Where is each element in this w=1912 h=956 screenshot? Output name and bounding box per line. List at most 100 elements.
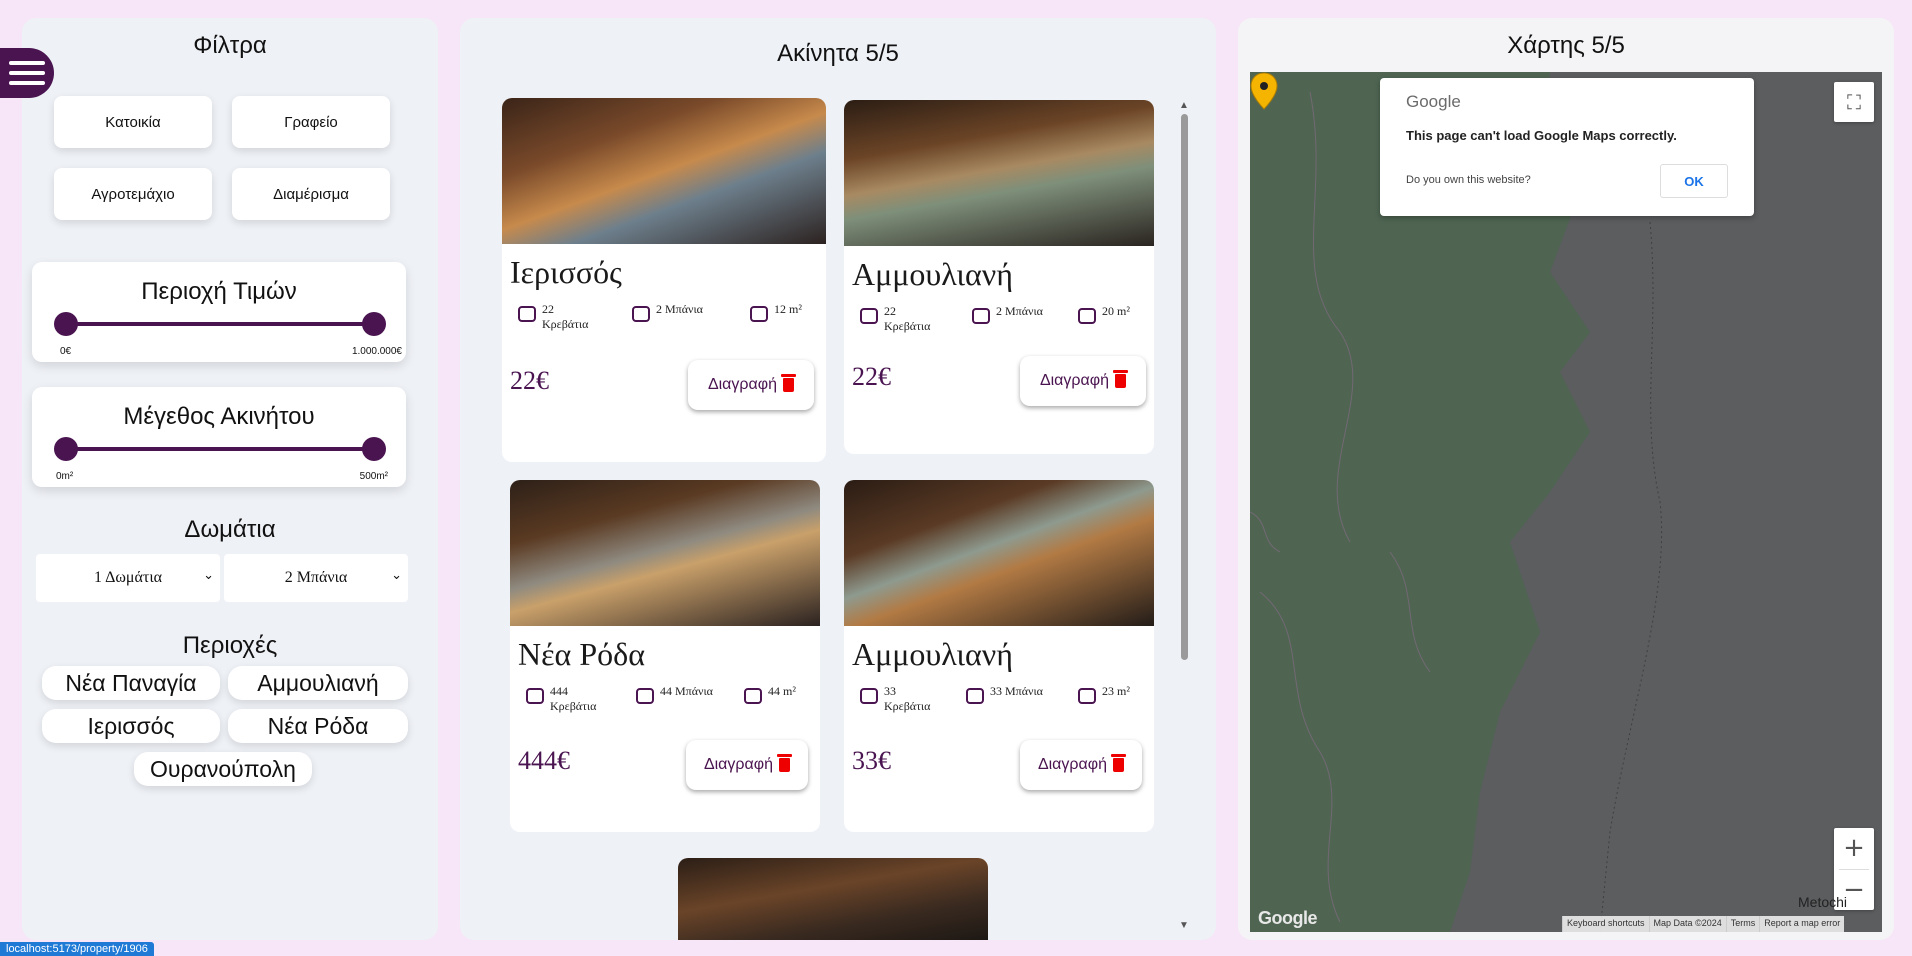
delete-button[interactable]: Διαγραφή xyxy=(688,360,814,410)
chevron-down-icon: ⌄ xyxy=(391,568,402,583)
browser-status-url: localhost:5173/property/1906 xyxy=(0,942,154,956)
area-chip-ierissos[interactable]: Ιερισσός xyxy=(42,709,220,743)
type-filter-house[interactable]: Κατοικία xyxy=(54,96,212,148)
property-card[interactable]: Νέα Ρόδα 444 Κρεβάτια 44 Μπάνια 44 m² 444… xyxy=(510,480,820,832)
map-view[interactable]: Google This page can't load Google Maps … xyxy=(1250,72,1882,932)
beds-label: Κρεβάτια xyxy=(884,319,931,333)
price-range-track[interactable] xyxy=(64,322,372,326)
delete-label: Διαγραφή xyxy=(1039,372,1110,389)
property-card[interactable]: Αμμουλιανή 22 Κρεβάτια 2 Μπάνια 20 m² 22€… xyxy=(844,100,1154,454)
filters-title: Φίλτρα xyxy=(193,32,267,59)
google-brand: Google xyxy=(1406,92,1461,111)
scroll-up-arrow-icon[interactable]: ▲ xyxy=(1178,100,1190,111)
area-icon xyxy=(1078,688,1096,704)
beds-label: Κρεβάτια xyxy=(550,699,597,713)
beds-spec: 33 Κρεβάτια xyxy=(860,684,930,714)
property-price: 22€ xyxy=(510,366,549,395)
map-marker-icon[interactable] xyxy=(1250,72,1278,110)
size-min-handle[interactable] xyxy=(54,437,78,461)
scrollbar-thumb[interactable] xyxy=(1181,114,1188,660)
area-chip-nea-panagia[interactable]: Νέα Παναγία xyxy=(42,666,220,700)
area-chip-ammouliani[interactable]: Αμμουλιανή xyxy=(228,666,408,700)
menu-button[interactable] xyxy=(0,48,54,98)
property-card[interactable]: Ιερισσός 22 Κρεβάτια 2 Μπάνια 12 m² 22€ Δ… xyxy=(502,98,826,462)
baths-spec: 2 Μπάνια xyxy=(632,302,703,322)
bed-icon xyxy=(526,688,544,704)
bed-icon xyxy=(860,688,878,704)
keyboard-shortcuts-link[interactable]: Keyboard shortcuts xyxy=(1562,916,1649,932)
beds-count: 22 xyxy=(542,302,554,316)
price-range-slider: Περιοχή Τιμών 0€ 1.000.000€ xyxy=(32,262,406,362)
type-filter-apartment[interactable]: Διαμέρισμα xyxy=(232,168,390,220)
delete-button[interactable]: Διαγραφή xyxy=(1020,356,1146,406)
baths-spec: 2 Μπάνια xyxy=(972,304,1043,324)
size-min-label: 0m² xyxy=(56,471,74,482)
area-icon xyxy=(750,306,768,322)
beds-label: Κρεβάτια xyxy=(884,699,931,713)
baths-select-value: 2 Μπάνια xyxy=(284,569,348,586)
area-value: 44 m² xyxy=(768,684,796,698)
filters-panel: Φίλτρα Κατοικία Γραφείο Αγροτεμάχιο Διαμ… xyxy=(22,18,438,940)
delete-button[interactable]: Διαγραφή xyxy=(1020,740,1142,790)
size-max-handle[interactable] xyxy=(362,437,386,461)
baths-count: 44 Μπάνια xyxy=(660,684,713,698)
beds-spec: 444 Κρεβάτια xyxy=(526,684,596,714)
baths-spec: 33 Μπάνια xyxy=(966,684,1043,704)
area-spec: 20 m² xyxy=(1078,304,1130,324)
property-photo xyxy=(844,480,1154,626)
property-card[interactable]: Αμμουλιανή 33 Κρεβάτια 33 Μπάνια 23 m² 33… xyxy=(844,480,1154,832)
baths-count: 2 Μπάνια xyxy=(996,304,1043,318)
beds-spec: 22 Κρεβάτια xyxy=(518,302,588,332)
size-range-track[interactable] xyxy=(64,447,372,451)
area-chip-nea-roda[interactable]: Νέα Ρόδα xyxy=(228,709,408,743)
area-value: 23 m² xyxy=(1102,684,1130,698)
baths-spec: 44 Μπάνια xyxy=(636,684,713,704)
report-map-error-link[interactable]: Report a map error xyxy=(1759,916,1845,932)
rooms-select-value: 1 Δωμάτια xyxy=(93,569,162,586)
bathtub-icon xyxy=(636,688,654,704)
bathtub-icon xyxy=(632,306,650,322)
type-filter-land[interactable]: Αγροτεμάχιο xyxy=(54,168,212,220)
property-card[interactable] xyxy=(678,858,988,940)
trash-icon xyxy=(1111,754,1127,772)
bathtub-icon xyxy=(972,308,990,324)
size-range-slider: Μέγεθος Ακινήτου 0m² 500m² xyxy=(32,387,406,487)
map-data-label: Map Data ©2024 xyxy=(1648,916,1726,932)
trash-icon xyxy=(1113,370,1129,388)
baths-count: 33 Μπάνια xyxy=(990,684,1043,698)
beds-count: 22 xyxy=(884,304,896,318)
price-min-handle[interactable] xyxy=(54,312,78,336)
rooms-select[interactable]: 1 Δωμάτια ⌄ xyxy=(36,554,220,602)
area-chip-ouranoupoli[interactable]: Ουρανούπολη xyxy=(134,752,312,786)
map-title: Χάρτης 5/5 xyxy=(1507,32,1625,59)
property-price: 33€ xyxy=(852,746,891,775)
property-photo xyxy=(502,98,826,244)
google-logo[interactable]: Google xyxy=(1258,908,1318,929)
property-photo xyxy=(678,858,988,940)
baths-select[interactable]: 2 Μπάνια ⌄ xyxy=(224,554,408,602)
beds-count: 444 xyxy=(550,684,568,698)
delete-button[interactable]: Διαγραφή xyxy=(686,740,808,790)
type-filter-office[interactable]: Γραφείο xyxy=(232,96,390,148)
property-price: 444€ xyxy=(518,746,570,775)
area-icon xyxy=(1078,308,1096,324)
price-min-label: 0€ xyxy=(60,346,72,357)
property-name: Αμμουλιανή xyxy=(852,256,1013,292)
map-place-label: Metochi xyxy=(1798,894,1848,910)
scroll-down-arrow-icon[interactable]: ▼ xyxy=(1178,920,1190,931)
menu-icon-bar xyxy=(9,71,45,75)
size-range-title: Μέγεθος Ακινήτου xyxy=(123,403,315,430)
properties-scrollbar[interactable]: ▲ ▼ xyxy=(1178,100,1190,936)
maps-error-question[interactable]: Do you own this website? xyxy=(1406,174,1531,186)
bathtub-icon xyxy=(966,688,984,704)
price-max-label: 1.000.000€ xyxy=(351,346,402,357)
area-spec: 23 m² xyxy=(1078,684,1130,704)
fullscreen-icon[interactable]: ⛶ xyxy=(1834,82,1874,122)
price-max-handle[interactable] xyxy=(362,312,386,336)
terms-link[interactable]: Terms xyxy=(1725,916,1760,932)
dialog-ok-button[interactable]: OK xyxy=(1660,164,1728,198)
zoom-in-button[interactable]: + xyxy=(1834,828,1874,869)
properties-title: Ακίνητα 5/5 xyxy=(777,40,899,67)
property-price: 22€ xyxy=(852,362,891,391)
properties-panel: Ακίνητα 5/5 Ιερισσός 22 Κρεβάτια 2 Μπάνια… xyxy=(460,18,1216,940)
